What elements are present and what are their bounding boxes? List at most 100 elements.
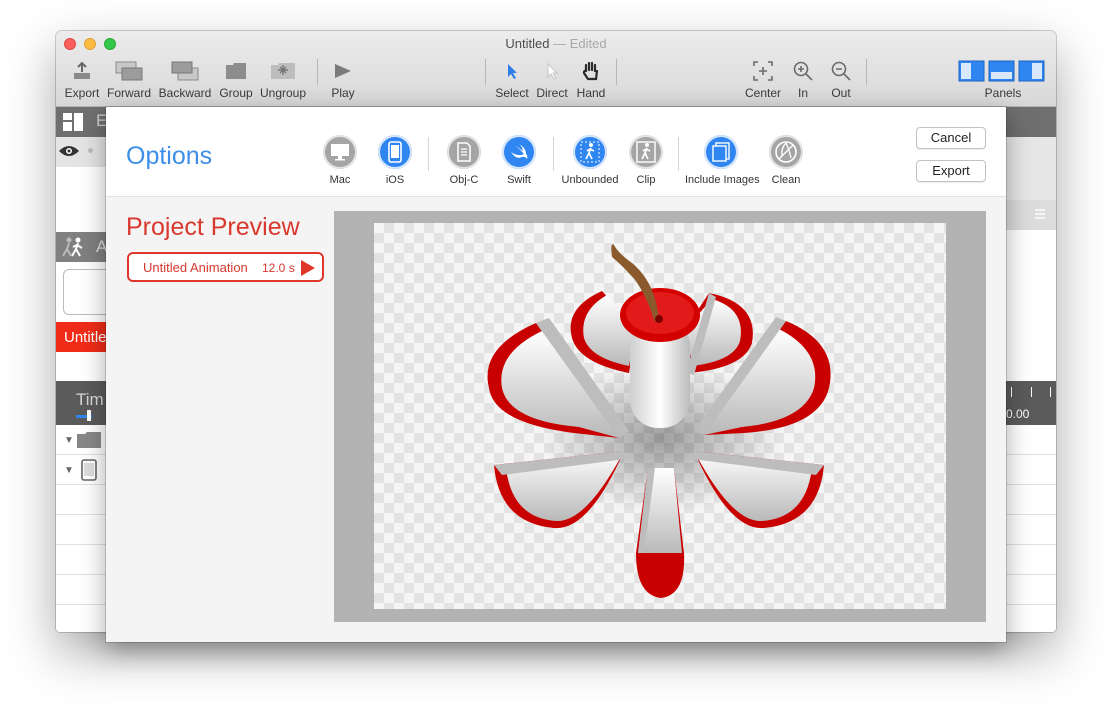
disclosure-triangle-icon[interactable]: ▼ — [64, 435, 74, 446]
panels-label: Panels — [984, 86, 1022, 100]
objc-file-icon — [447, 135, 481, 169]
toolbar-separator — [866, 59, 867, 85]
panels-icons — [958, 59, 1048, 83]
preview-artwork — [487, 244, 831, 598]
group-icon — [218, 59, 254, 83]
zoom-out-icon — [826, 59, 856, 83]
select-tool-button[interactable]: Select — [492, 59, 532, 103]
forward-toolbar-button[interactable]: Forward — [106, 59, 152, 103]
folder-icon — [77, 432, 101, 448]
ungroup-icon — [258, 59, 308, 83]
play-toolbar-button[interactable]: Play — [324, 59, 362, 103]
timeline-tick — [1011, 387, 1012, 397]
left-panel-header: E — [56, 107, 107, 137]
clip-icon — [629, 135, 663, 169]
forward-label: Forward — [106, 86, 151, 100]
option-include-images-label: Include Images — [685, 174, 760, 186]
center-icon — [743, 59, 783, 83]
mac-icon — [323, 135, 357, 169]
bring-forward-icon — [106, 59, 152, 83]
play-animation-icon[interactable] — [299, 258, 317, 278]
animation-selector[interactable]: Untitled Animation 12.0 s — [127, 252, 324, 282]
animation-name: Untitled Animation — [143, 260, 248, 275]
zoom-out-button[interactable]: Out — [826, 59, 856, 103]
backward-toolbar-button[interactable]: Backward — [157, 59, 213, 103]
export-options-dialog: Options Mac iOS Obj-C Swift Unbounded Cl… — [106, 107, 1006, 642]
hand-label: Hand — [576, 86, 606, 100]
option-clip-label: Clip — [636, 174, 656, 186]
option-include-images[interactable]: Include Images — [685, 135, 760, 186]
layers-panel-icon — [63, 113, 83, 131]
hand-icon — [573, 59, 609, 83]
export-toolbar-button[interactable]: Export — [62, 59, 102, 103]
timeline-zoom-knob[interactable] — [87, 410, 91, 421]
toolbar-separator — [616, 59, 617, 85]
cancel-button[interactable]: Cancel — [916, 127, 986, 149]
group-toolbar-button[interactable]: Group — [218, 59, 254, 103]
swift-icon — [502, 135, 536, 169]
zoom-in-button[interactable]: In — [788, 59, 818, 103]
right-panel-area — [1006, 137, 1056, 200]
project-preview-title: Project Preview — [126, 213, 300, 241]
export-button[interactable]: Export — [916, 160, 986, 182]
device-layer-icon — [81, 459, 97, 481]
select-arrow-icon — [492, 59, 532, 83]
timeline-tick — [1050, 387, 1051, 397]
stem-base — [655, 315, 663, 323]
animation-list-row-selected[interactable]: Untitle — [56, 322, 107, 352]
options-header: Options Mac iOS Obj-C Swift Unbounded Cl… — [106, 107, 1006, 197]
right-panel-toolbar — [1006, 200, 1056, 230]
animation-row-name-partial: Untitle — [64, 329, 107, 346]
send-backward-icon — [157, 59, 213, 83]
direct-tool-button[interactable]: Direct — [534, 59, 570, 103]
unbounded-icon — [573, 135, 607, 169]
panels-control[interactable]: Panels — [958, 59, 1048, 103]
list-menu-icon[interactable] — [1034, 208, 1046, 220]
lock-dot[interactable] — [88, 148, 93, 153]
backward-label: Backward — [158, 86, 212, 100]
options-separator — [553, 137, 554, 171]
options-title: Options — [126, 142, 213, 170]
play-icon — [324, 59, 362, 83]
export-label: Export — [64, 86, 100, 100]
hand-tool-button[interactable]: Hand — [573, 59, 609, 103]
disclosure-triangle-icon[interactable]: ▼ — [64, 465, 74, 476]
toolbar-separator — [485, 59, 486, 85]
center-cylinder — [620, 288, 700, 428]
center-toolbar-button[interactable]: Center — [743, 59, 783, 103]
zoom-in-icon — [788, 59, 818, 83]
direct-label: Direct — [536, 86, 568, 100]
window-title-sep: — — [553, 36, 567, 51]
option-swift[interactable]: Swift — [484, 135, 554, 186]
animation-duration: 12.0 s — [262, 261, 295, 275]
toolbar-separator — [317, 59, 318, 85]
preview-canvas — [374, 223, 946, 609]
window-title: Untitled — Edited — [56, 36, 1056, 51]
play-label: Play — [331, 86, 355, 100]
ios-device-icon — [378, 135, 412, 169]
right-panel-header — [1006, 107, 1056, 137]
option-swift-label: Swift — [507, 174, 531, 186]
center-label: Center — [744, 86, 782, 100]
options-separator — [678, 137, 679, 171]
window-title-name: Untitled — [505, 36, 550, 51]
animations-header: A — [56, 232, 107, 262]
export-icon — [62, 59, 102, 83]
option-ios-label: iOS — [385, 174, 405, 186]
timeline-title-partial: Tim — [76, 390, 104, 409]
select-label: Select — [495, 86, 529, 100]
titlebar: Untitled — Edited Export Forward Backwar… — [56, 31, 1056, 107]
option-clean-label: Clean — [771, 174, 801, 186]
option-clip[interactable]: Clip — [611, 135, 681, 186]
option-ios[interactable]: iOS — [360, 135, 430, 186]
preview-area — [334, 211, 986, 622]
option-clean[interactable]: Clean — [751, 135, 821, 186]
clean-icon — [769, 135, 803, 169]
timeline-tick — [1031, 387, 1032, 397]
eye-icon[interactable] — [58, 144, 80, 158]
group-label: Group — [219, 86, 253, 100]
ungroup-toolbar-button[interactable]: Ungroup — [258, 59, 308, 103]
animation-runner-icon — [62, 237, 83, 257]
ungroup-label: Ungroup — [259, 86, 307, 100]
zoom-in-label: In — [797, 86, 808, 100]
